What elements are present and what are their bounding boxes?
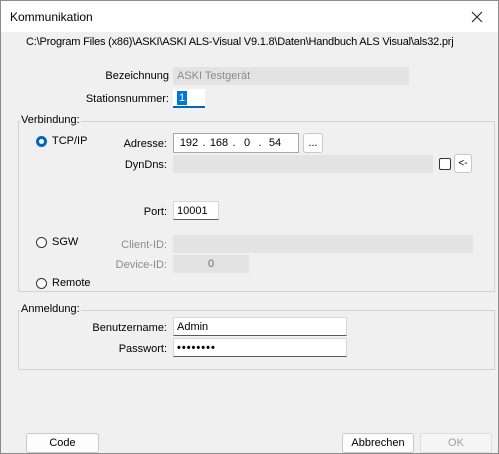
- remote-radio-indicator: [36, 277, 47, 289]
- ip-octet-1: 192: [179, 137, 199, 149]
- client-id-label: Client-ID:: [121, 239, 167, 251]
- browse-address-button[interactable]: ...: [303, 133, 323, 153]
- tcpip-radio[interactable]: TCP/IP: [36, 135, 87, 147]
- ok-button[interactable]: OK: [420, 433, 492, 453]
- client-id-field: [173, 235, 473, 253]
- ip-octet-2: 168: [209, 137, 229, 149]
- port-label: Port:: [143, 206, 167, 218]
- communication-dialog: Kommunikation C:\Program Files (x86)\ASK…: [0, 0, 499, 454]
- window-title: Kommunikation: [10, 10, 93, 24]
- device-id-field: 0: [173, 255, 249, 273]
- title-bar: Kommunikation: [1, 1, 498, 32]
- login-group-label: Anmeldung:: [20, 303, 81, 315]
- project-path: C:\Program Files (x86)\ASKI\ASKI ALS-Vis…: [26, 36, 454, 48]
- dyndns-apply-label: <-: [458, 158, 468, 169]
- sgw-radio-indicator: [36, 236, 47, 248]
- ip-octet-3: 0: [243, 137, 251, 149]
- close-icon: [471, 11, 483, 23]
- dyndns-label: DynDns:: [124, 159, 167, 171]
- dyndns-apply-button[interactable]: <-: [454, 154, 472, 173]
- tcpip-radio-indicator: [36, 135, 47, 147]
- station-number-value: 1: [177, 91, 188, 105]
- password-label: Passwort:: [118, 343, 167, 355]
- dyndns-checkbox[interactable]: [439, 158, 451, 170]
- close-button[interactable]: [463, 6, 491, 28]
- sgw-radio-label: SGW: [52, 236, 79, 248]
- ip-address-field[interactable]: 192 . 168 . 0 . 54: [173, 133, 299, 153]
- username-label: Benutzername:: [92, 322, 167, 334]
- device-name-field: ASKI Testgerät: [173, 67, 409, 85]
- connection-group-label: Verbindung:: [20, 114, 81, 126]
- cancel-button[interactable]: Abbrechen: [342, 433, 414, 453]
- sgw-radio[interactable]: SGW: [36, 236, 78, 248]
- device-name-label: Bezeichnung: [105, 70, 169, 82]
- username-input[interactable]: Admin: [173, 317, 347, 336]
- remote-radio-label: Remote: [52, 277, 91, 289]
- station-number-input[interactable]: 1: [173, 89, 205, 108]
- ip-octet-4: 54: [268, 137, 282, 149]
- tcpip-radio-label: TCP/IP: [52, 135, 88, 147]
- password-input[interactable]: ••••••••: [173, 338, 347, 357]
- remote-radio[interactable]: Remote: [36, 277, 91, 289]
- station-number-label: Stationsnummer:: [85, 93, 169, 105]
- code-button[interactable]: Code: [26, 433, 99, 453]
- dyndns-field: [173, 155, 433, 173]
- port-input[interactable]: 10001: [173, 201, 219, 220]
- device-id-label: Device-ID:: [115, 259, 167, 271]
- address-label: Adresse:: [123, 138, 167, 150]
